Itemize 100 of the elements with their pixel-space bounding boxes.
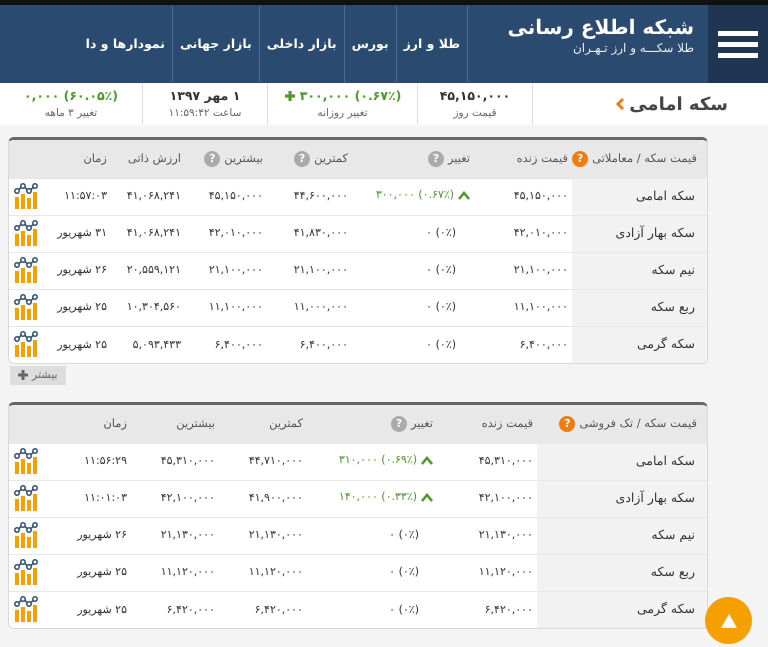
stat-value: (۰.۶۷٪) ۳۰۰,۰۰۰: [300, 86, 402, 105]
stat-label: تغییر ۳ ماهه: [44, 106, 98, 120]
live-price: ۲۱,۱۳۰,۰۰۰: [478, 528, 533, 542]
price-value: ۶,۴۲۰,۰۰۰: [166, 602, 215, 616]
coin-name: ربع سکه: [537, 554, 707, 591]
column-header: کمترین: [269, 415, 303, 432]
chart-icon[interactable]: [13, 257, 39, 284]
coin-name: سکه گرمی: [572, 326, 707, 363]
price-value: ۴۲,۱۰۰,۰۰۰: [160, 491, 215, 504]
price-value: ۲۱,۱۰۰,۰۰۰: [294, 263, 348, 276]
up-triangle-icon: [720, 612, 738, 628]
update-time: ۲۶ شهریور: [77, 527, 127, 544]
chart-icon[interactable]: [13, 559, 39, 586]
live-price: ۶,۴۰۰,۰۰۰: [520, 338, 568, 350]
plus-icon: [18, 370, 28, 380]
price-change: (۰٪) ۰: [426, 225, 456, 242]
live-price: ۱۱,۱۰۰,۰۰۰: [514, 300, 568, 314]
update-time: ۱۱:۵۶:۲۹: [84, 453, 127, 470]
chart-icon[interactable]: [13, 294, 39, 321]
stat-value: (۶۰.۰۵٪) ۰,۰۰۰: [24, 86, 118, 105]
chart-icon[interactable]: [13, 522, 39, 549]
live-price: ۴۵,۱۵۰,۰۰۰: [514, 189, 568, 202]
update-time: ۲۵ شهریور: [57, 299, 107, 316]
help-icon[interactable]: ?: [428, 150, 444, 167]
live-price: ۱۱,۱۲۰,۰۰۰: [478, 565, 533, 578]
price-value: ۲۱,۱۰۰,۰۰۰: [208, 263, 263, 276]
column-header: زمان: [83, 150, 107, 168]
update-time: ۲۵ شهریور: [77, 564, 127, 580]
update-time: ۱۱:۰۱:۰۳: [84, 490, 127, 506]
price-value: ۴۱,۰۶۸,۲۴۱: [126, 189, 181, 202]
update-time: ۲۵ شهریور: [57, 336, 107, 353]
price-change: (۰.۳۳٪) ۱۴۰,۰۰۰: [338, 489, 417, 506]
price-change: (۰٪) ۰: [389, 602, 419, 618]
price-change: (۰٪) ۰: [426, 336, 456, 352]
chart-icon[interactable]: [13, 448, 39, 475]
help-icon[interactable]: ?: [294, 150, 310, 167]
stat-value: ۴۵,۱۵۰,۰۰۰: [440, 86, 510, 105]
page-title: سکه امامی: [629, 92, 728, 116]
price-value: ۱۰,۳۰۴,۵۶۰: [126, 300, 181, 314]
chart-icon[interactable]: [13, 220, 39, 247]
coin-name: نیم سکه: [537, 517, 707, 554]
price-change: (۰٪) ۰: [426, 262, 456, 278]
coin-name: سکه امامی: [572, 178, 707, 215]
price-value: ۴۴,۷۱۰,۰۰۰: [248, 454, 303, 468]
update-time: ۲۶ شهریور: [57, 262, 107, 278]
column-header: زمان: [103, 415, 127, 432]
column-header: ارزش ذاتی: [128, 150, 181, 168]
chart-icon[interactable]: [13, 331, 39, 358]
chart-icon[interactable]: [13, 485, 39, 512]
coin-name: ربع سکه: [572, 289, 707, 326]
update-time: ۲۵ شهریور: [77, 602, 127, 618]
price-value: ۴۱,۰۶۸,۲۴۱: [126, 226, 181, 240]
help-icon[interactable]: ?: [390, 416, 407, 432]
price-change: (۰.۶۷٪) ۳۰۰,۰۰۰: [376, 187, 454, 204]
price-value: ۴۱,۹۰۰,۰۰۰: [248, 491, 303, 504]
price-value: ۴۵,۱۵۰,۰۰۰: [208, 189, 263, 202]
price-value: ۶,۴۰۰,۰۰۰: [300, 338, 348, 350]
price-value: ۶,۴۰۰,۰۰۰: [214, 338, 263, 350]
column-header: قیمت زنده: [482, 415, 533, 432]
stat-value: ۱ مهر ۱۳۹۷: [170, 86, 240, 105]
coin-name: سکه بهار آزادی: [572, 215, 707, 252]
chart-icon[interactable]: [13, 183, 39, 210]
coin-name: سکه گرمی: [537, 591, 707, 628]
column-header: بیشترین: [224, 150, 263, 168]
price-value: ۴۲,۰۱۰,۰۰۰: [208, 226, 263, 240]
price-value: ۲۱,۱۳۰,۰۰۰: [160, 528, 215, 542]
price-value: ۴۱,۸۳۰,۰۰۰: [294, 226, 348, 240]
live-price: ۲۱,۱۰۰,۰۰۰: [514, 263, 568, 276]
stat-label: ساعت ۱۱:۵۹:۴۲: [168, 106, 242, 120]
price-value: ۵,۰۹۳,۴۳۳: [132, 338, 181, 350]
price-value: ۴۵,۳۱۰,۰۰۰: [160, 454, 215, 468]
column-header: بیشترین: [176, 415, 215, 432]
coin-name: سکه بهار آزادی: [537, 480, 707, 517]
chart-icon[interactable]: [13, 596, 39, 624]
price-change: (۰٪) ۰: [389, 564, 419, 580]
menu-icon[interactable]: [718, 29, 758, 59]
table-title: قیمت سکه / معاملاتی: [592, 150, 697, 168]
stat-label: تغییر روزانه: [317, 106, 368, 121]
update-time: ۱۱:۵۷:۰۳: [64, 188, 107, 204]
price-value: ۱۱,۱۲۰,۰۰۰: [160, 565, 215, 578]
table-title: قیمت سکه / تک فروشی: [579, 415, 697, 432]
price-value: ۴۴,۶۰۰,۰۰۰: [294, 189, 348, 202]
price-value: ۱۱,۰۰۰,۰۰۰: [294, 300, 348, 314]
column-header: تغییر: [410, 415, 433, 432]
live-price: ۴۵,۳۱۰,۰۰۰: [478, 454, 533, 468]
brand-subtitle: طلا سکـــه و ارز تـهـران: [572, 40, 694, 57]
help-icon[interactable]: ?: [559, 416, 576, 432]
brand-title[interactable]: شبکه اطلاع رسانی: [508, 15, 694, 39]
column-header: قیمت زنده: [516, 150, 568, 168]
help-icon[interactable]: ?: [204, 150, 220, 167]
stat-label: قیمت روز: [453, 106, 497, 121]
column-header: کمترین: [314, 150, 348, 168]
column-header: تغییر: [448, 150, 470, 168]
help-icon[interactable]: ?: [572, 150, 588, 167]
price-value: ۶,۴۲۰,۰۰۰: [254, 602, 303, 616]
live-price: ۴۲,۱۰۰,۰۰۰: [478, 491, 533, 504]
price-value: ۲۰,۵۵۹,۱۲۱: [126, 263, 181, 276]
more-button[interactable]: بیشتر: [10, 366, 66, 384]
chevron-icon: [615, 97, 626, 111]
live-price: ۴۲,۰۱۰,۰۰۰: [514, 226, 568, 240]
